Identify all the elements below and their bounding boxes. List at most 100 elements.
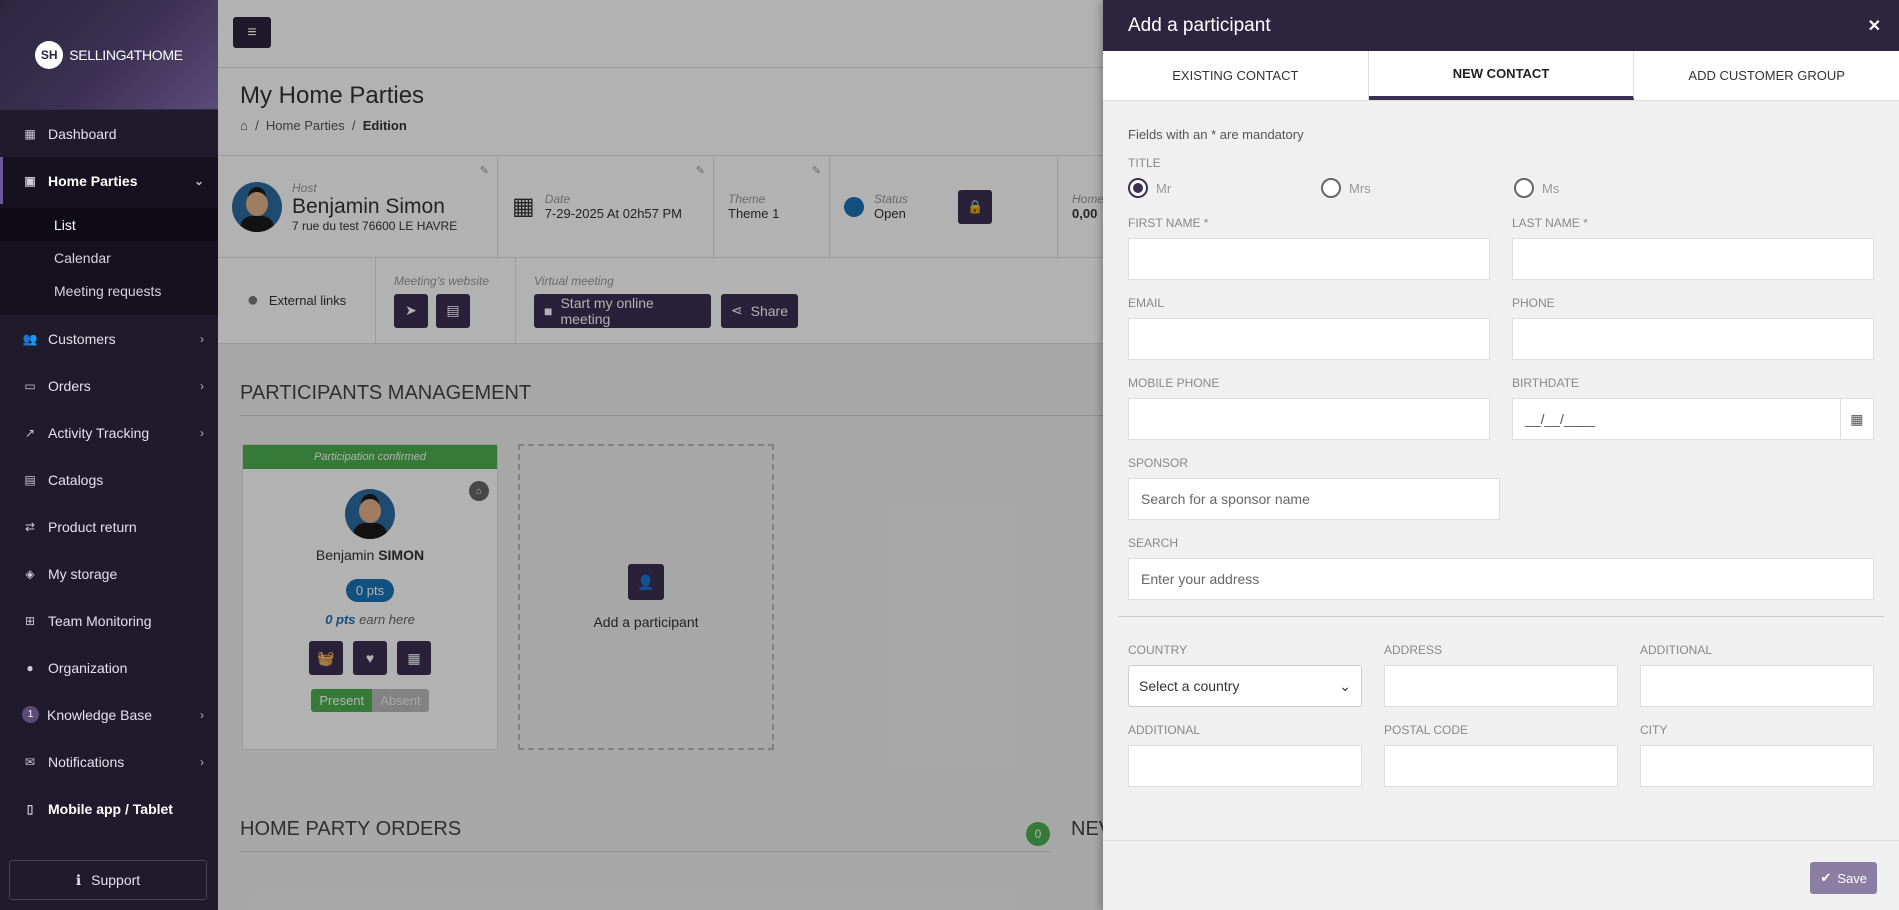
chevron-right-icon: › [200,378,204,393]
first-name-label: FIRST NAME * [1128,216,1209,230]
envelope-icon: ✉ [24,754,36,769]
postal-code-input[interactable] [1384,745,1618,787]
additional-2-label: ADDITIONAL [1128,723,1201,737]
country-select[interactable]: Select a country ⌄ [1128,665,1362,707]
panel-footer: ✔ Save [1103,840,1899,910]
book-icon: ▤ [24,472,36,487]
radio-mr[interactable]: Mr [1128,178,1321,198]
search-label: SEARCH [1128,536,1179,550]
city-label: CITY [1640,723,1668,737]
mobile-phone-label: MOBILE PHONE [1128,376,1220,390]
sidebar-item-team-monitoring[interactable]: ⊞ Team Monitoring [0,597,218,644]
phone-label: PHONE [1512,296,1555,310]
mobile-phone-input[interactable] [1128,398,1490,440]
additional-label: ADDITIONAL [1640,643,1713,657]
name-row: FIRST NAME * LAST NAME * [1128,216,1874,280]
sidebar-item-label: Activity Tracking [48,424,150,441]
radio-circle[interactable] [1321,178,1341,198]
last-name-label: LAST NAME * [1512,216,1588,230]
sidebar-item-product-return[interactable]: ⇄ Product return [0,503,218,550]
info-icon: ℹ [75,871,82,888]
radio-circle[interactable] [1514,178,1534,198]
sidebar-item-customers[interactable]: 👥 Customers › [0,315,218,362]
additional-2-input[interactable] [1128,745,1362,787]
address-search-input[interactable]: Enter your address [1128,558,1874,600]
radio-ms[interactable]: Ms [1514,178,1707,198]
sidebar-item-label: Product return [48,518,137,535]
mandatory-note: Fields with an * are mandatory [1128,127,1304,142]
sidebar-item-activity-tracking[interactable]: ↗ Activity Tracking › [0,409,218,456]
sidebar-item-label: Knowledge Base [47,706,153,723]
tab-add-customer-group[interactable]: ADD CUSTOMER GROUP [1634,51,1899,100]
birthdate-label: BIRTHDATE [1512,376,1579,390]
sidebar-item-knowledge-base[interactable]: 1 Knowledge Base › [0,691,218,738]
sidebar-item-orders[interactable]: ▭ Orders › [0,362,218,409]
chevron-down-icon: ⌄ [1339,677,1351,694]
cube-icon: ◈ [25,566,35,581]
chevron-down-icon: ⌄ [193,173,204,188]
sidebar-item-notifications[interactable]: ✉ Notifications › [0,738,218,785]
address-row-1: COUNTRY Select a country ⌄ ADDRESS ADDITIO… [1128,643,1874,707]
email-label: EMAIL [1128,296,1165,310]
tab-new-contact[interactable]: NEW CONTACT [1368,51,1635,100]
logo[interactable]: SH SELLING4THOME [0,0,218,110]
sidebar-item-dashboard[interactable]: ▦ Dashboard [0,110,218,157]
calendar-icon: ▣ [24,173,36,188]
radio-label: Mr [1156,180,1172,196]
save-button[interactable]: ✔ Save [1810,862,1877,894]
chevron-right-icon: › [200,707,204,722]
radio-mrs[interactable]: Mrs [1321,178,1514,198]
sidebar-item-home-parties[interactable]: ▣ Home Parties ⌄ [0,157,218,204]
tab-existing-contact[interactable]: EXISTING CONTACT [1103,51,1369,100]
chevron-right-icon: › [200,331,204,346]
sidebar-item-label: Organization [48,659,128,676]
radio-label: Ms [1542,180,1560,196]
chart-icon: ↗ [24,425,36,440]
last-name-input[interactable] [1512,238,1874,280]
calendar-icon[interactable]: ▦ [1839,398,1874,440]
radio-circle[interactable] [1128,178,1148,198]
address-label: ADDRESS [1384,643,1443,657]
sidebar-item-organization[interactable]: ● Organization [0,644,218,691]
mobile-birth-row: MOBILE PHONE BIRTHDATE __/__/____ ▦ [1128,376,1874,440]
mobile-icon: ▯ [26,801,34,816]
close-icon[interactable]: ✕ [1868,16,1881,36]
credit-card-icon: ▭ [24,378,36,393]
sidebar-item-label: Mobile app / Tablet [48,800,173,817]
sponsor-input[interactable]: Search for a sponsor name [1128,478,1500,520]
phone-input[interactable] [1512,318,1874,360]
title-label: TITLE [1128,156,1161,170]
support-button[interactable]: ℹ Support [9,860,207,900]
globe-icon: ● [26,660,34,675]
sidebar-subitem-meeting-requests[interactable]: Meeting requests [0,274,218,307]
contact-row: EMAIL PHONE [1128,296,1874,360]
birthdate-field: __/__/____ ▦ [1512,398,1874,440]
sidebar-item-label: Notifications [48,753,125,770]
sidebar-item-mobile-app[interactable]: ▯ Mobile app / Tablet [0,785,218,832]
first-name-input[interactable] [1128,238,1490,280]
address-row-2: ADDITIONAL POSTAL CODE CITY [1128,723,1874,787]
sponsor-label: SPONSOR [1128,456,1189,470]
country-select-value: Select a country [1139,678,1240,694]
sidebar: SH SELLING4THOME ▦ Dashboard ▣ Home Partie… [0,0,218,910]
address-input[interactable] [1384,665,1618,707]
divider [1118,616,1884,617]
email-input[interactable] [1128,318,1490,360]
sidebar-subitem-list[interactable]: List [0,208,218,241]
sidebar-item-label: Team Monitoring [48,612,152,629]
sidebar-item-my-storage[interactable]: ◈ My storage [0,550,218,597]
new-contact-form: Fields with an * are mandatory TITLE Mr … [1103,101,1899,787]
logo-text: SELLING4THOME [69,46,183,63]
exchange-icon: ⇄ [24,519,36,534]
city-input[interactable] [1640,745,1874,787]
save-label: Save [1837,870,1867,886]
additional-input[interactable] [1640,665,1874,707]
sidebar-subitem-calendar[interactable]: Calendar [0,241,218,274]
add-participant-panel: Add a participant ✕ EXISTING CONTACT NEW… [1103,0,1899,910]
sidebar-item-catalogs[interactable]: ▤ Catalogs [0,456,218,503]
submenu: List Calendar Meeting requests [0,204,218,315]
chevron-right-icon: › [200,754,204,769]
users-icon: 👥 [22,331,38,346]
birthdate-input[interactable]: __/__/____ [1512,398,1840,440]
radio-label: Mrs [1349,180,1371,196]
